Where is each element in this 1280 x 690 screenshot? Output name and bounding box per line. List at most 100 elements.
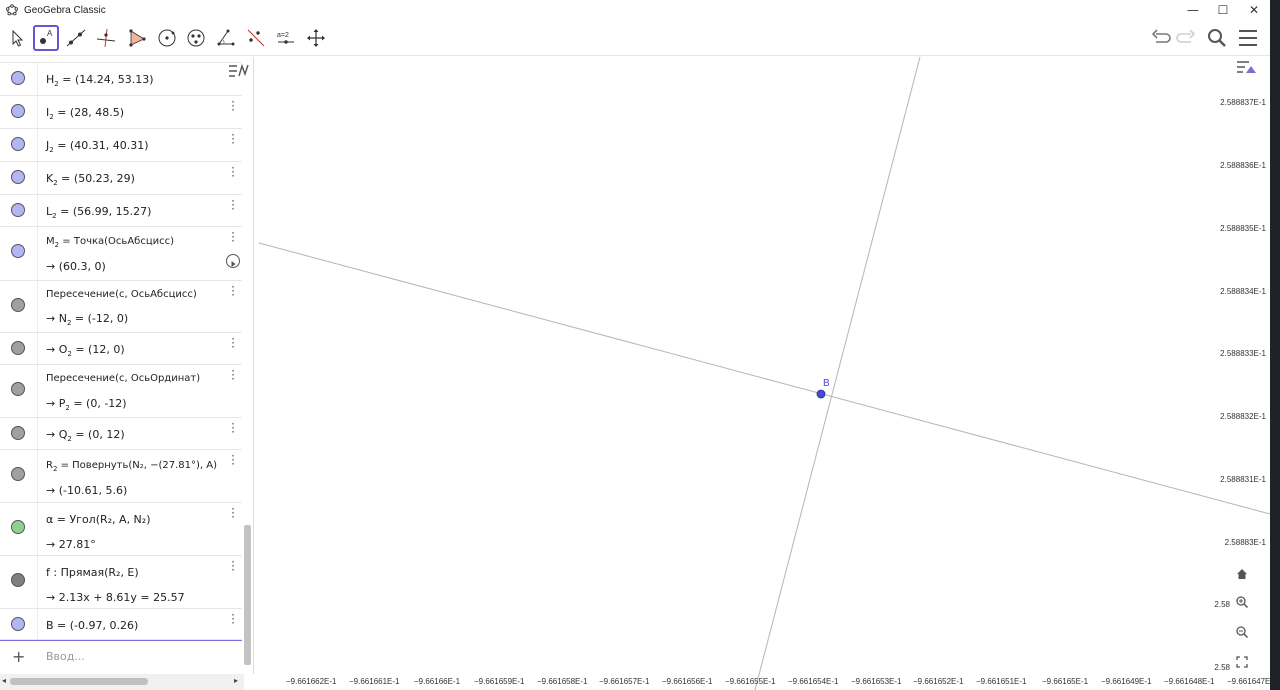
more-options-icon[interactable]: · · · — [230, 195, 236, 215]
visibility-toggle[interactable] — [11, 244, 25, 258]
toolbar: A a=2 — [0, 20, 1270, 56]
more-options-icon[interactable]: · · · — [230, 96, 236, 116]
visibility-toggle[interactable] — [11, 382, 25, 396]
line-f[interactable] — [258, 242, 1270, 515]
row-divider — [37, 96, 38, 128]
maximize-button[interactable]: ☐ — [1208, 0, 1238, 20]
more-options-icon[interactable]: · · · — [230, 418, 236, 438]
scroll-right-icon[interactable]: ▸ — [234, 676, 238, 685]
visibility-toggle[interactable] — [11, 617, 25, 631]
algebra-row-l2[interactable]: L2 = (56.99, 15.27) · · · — [0, 195, 242, 227]
horizontal-scrollbar[interactable]: ◂ ▸ — [0, 674, 244, 690]
row-divider — [37, 195, 38, 226]
point-tool[interactable]: A — [33, 25, 59, 51]
algebra-row-n2[interactable]: Пересечение(c, ОсьАбсцисс) → N2 = (-12, … — [0, 281, 242, 333]
visibility-toggle[interactable] — [11, 170, 25, 184]
slider-tool[interactable]: a=2 — [273, 25, 299, 51]
reflect-tool[interactable] — [243, 25, 269, 51]
graphics-canvas[interactable] — [255, 57, 1270, 690]
algebra-row-r2[interactable]: R2 = Повернуть(N₂, −(27.81°), A) → (-10.… — [0, 450, 242, 503]
algebra-row-b[interactable]: B = (-0.97, 0.26) · · · — [0, 609, 242, 640]
graphics-view[interactable]: B 2.588837E-1 2.588836E-1 2.588835E-1 2.… — [255, 57, 1270, 690]
scrollbar-thumb[interactable] — [10, 678, 148, 685]
visibility-toggle[interactable] — [11, 298, 25, 312]
fullscreen-button[interactable] — [1235, 655, 1257, 677]
more-options-icon[interactable]: · · · — [230, 281, 236, 301]
algebra-row-f[interactable]: f : Прямая(R₂, E) → 2.13x + 8.61y = 25.5… — [0, 556, 242, 609]
undo-button[interactable] — [1148, 26, 1174, 50]
zoom-out-icon — [1236, 626, 1249, 639]
angle-tool[interactable] — [213, 25, 239, 51]
perpendicular-tool[interactable] — [93, 25, 119, 51]
move-tool[interactable] — [4, 25, 30, 51]
algebra-row-o2[interactable]: → O2 = (12, 0) · · · — [0, 333, 242, 365]
more-options-icon[interactable]: · · · — [230, 129, 236, 149]
line-c[interactable] — [754, 57, 921, 690]
x-axis-tick: −9.661649E-1 — [1101, 677, 1152, 686]
algebra-row-q2[interactable]: → Q2 = (0, 12) · · · — [0, 418, 242, 450]
row-value: → Q2 = (0, 12) — [46, 428, 125, 444]
algebra-style-bar-icon[interactable] — [228, 62, 250, 80]
algebra-row-k2[interactable]: K2 = (50.23, 29) · · · — [0, 162, 242, 195]
move-graphics-tool[interactable] — [303, 25, 329, 51]
visibility-toggle[interactable] — [11, 104, 25, 118]
algebra-row-i2[interactable]: I2 = (28, 48.5) · · · — [0, 96, 242, 129]
line-tool[interactable] — [63, 25, 89, 51]
visibility-toggle[interactable] — [11, 573, 25, 587]
x-axis-tick: −9.661656E-1 — [662, 677, 713, 686]
visibility-toggle[interactable] — [11, 71, 25, 85]
algebra-row-alpha[interactable]: α = Угол(R₂, A, N₂) → 27.81° · · · — [0, 503, 242, 556]
visibility-toggle[interactable] — [11, 467, 25, 481]
polygon-tool[interactable] — [124, 25, 150, 51]
algebra-row-p2[interactable]: Пересечение(c, ОсьОрдинат) → P2 = (0, -1… — [0, 365, 242, 418]
home-view-button[interactable] — [1235, 567, 1257, 589]
visibility-toggle[interactable] — [11, 426, 25, 440]
more-options-icon[interactable]: · · · — [230, 333, 236, 353]
play-animation-icon[interactable] — [226, 254, 240, 268]
main-menu-button[interactable] — [1235, 26, 1261, 50]
x-axis-tick: −9.661661E-1 — [349, 677, 400, 686]
zoom-out-button[interactable] — [1235, 625, 1257, 647]
close-button[interactable]: ✕ — [1239, 0, 1269, 20]
more-options-icon[interactable]: · · · — [230, 365, 236, 385]
row-divider — [37, 281, 38, 332]
more-options-icon[interactable]: · · · — [230, 450, 236, 470]
ellipse-icon — [187, 29, 205, 47]
row-divider — [37, 503, 38, 555]
scroll-left-icon[interactable]: ◂ — [2, 676, 6, 685]
minimize-button[interactable]: — — [1178, 0, 1208, 20]
graphics-style-bar-button[interactable] — [1235, 58, 1257, 80]
row-divider — [37, 333, 38, 364]
close-icon: ✕ — [1248, 3, 1260, 17]
visibility-toggle[interactable] — [11, 341, 25, 355]
y-axis-tick: 2.588831E-1 — [1220, 475, 1266, 484]
conic-tool[interactable] — [183, 25, 209, 51]
x-axis-tick: −9.661647E — [1227, 677, 1271, 686]
window-edge — [1270, 0, 1280, 690]
visibility-toggle[interactable] — [11, 137, 25, 151]
geogebra-window: GeoGebra Classic — ☐ ✕ A a=2 H2 = (14.24… — [0, 0, 1280, 690]
redo-button[interactable] — [1173, 26, 1199, 50]
point-b[interactable] — [816, 389, 826, 399]
circle-tool[interactable] — [154, 25, 180, 51]
visibility-toggle[interactable] — [11, 203, 25, 217]
minimize-icon: — — [1187, 3, 1199, 17]
y-axis-tick: 2.588834E-1 — [1220, 287, 1266, 296]
algebra-row-h2[interactable]: H2 = (14.24, 53.13) — [0, 63, 242, 96]
x-axis-tick: −9.661662E-1 — [286, 677, 337, 686]
y-axis-tick: 2.58 — [1214, 600, 1230, 609]
search-button[interactable] — [1204, 26, 1230, 50]
more-options-icon[interactable]: · · · — [230, 609, 236, 629]
algebra-scrollbar[interactable] — [244, 525, 251, 665]
visibility-toggle[interactable] — [11, 520, 25, 534]
algebra-row-j2[interactable]: J2 = (40.31, 40.31) · · · — [0, 129, 242, 162]
algebra-row-m2[interactable]: M2 = Точка(ОсьАбсцисс) → (60.3, 0) · · · — [0, 227, 242, 281]
more-options-icon[interactable]: · · · — [230, 227, 236, 247]
more-options-icon[interactable]: · · · — [230, 556, 236, 576]
more-options-icon[interactable]: · · · — [230, 503, 236, 523]
row-definition: B = (-0.97, 0.26) — [46, 619, 139, 632]
input-bar[interactable]: + Ввод... — [0, 640, 242, 672]
more-options-icon[interactable]: · · · — [230, 162, 236, 182]
add-icon[interactable]: + — [12, 647, 25, 666]
zoom-in-button[interactable] — [1235, 595, 1257, 617]
